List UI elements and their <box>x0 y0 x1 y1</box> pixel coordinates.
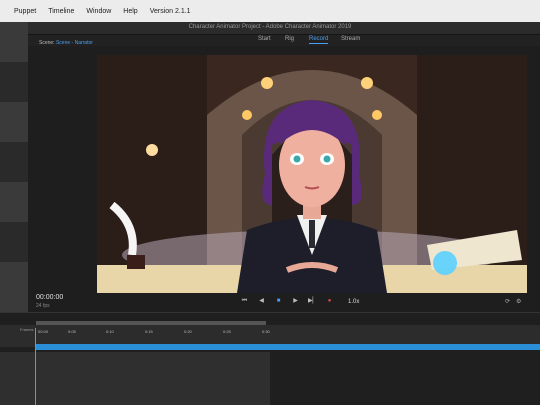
frames-label: Frames <box>20 327 34 332</box>
timeline-tick: 0:20 <box>184 329 192 334</box>
scene-tab[interactable]: Scene: Scene - Narrator <box>39 40 93 46</box>
menu-timeline[interactable]: Timeline <box>42 8 80 15</box>
record-icon[interactable]: ● <box>325 297 334 306</box>
menu-item-0[interactable] <box>0 8 8 15</box>
playback-rate[interactable]: 1.0x <box>348 299 359 305</box>
menu-bar: Puppet Timeline Window Help Version 2.1.… <box>0 0 540 22</box>
go-to-start-icon[interactable]: ⏮ <box>240 297 249 306</box>
timeline-tick: 0:05 <box>68 329 76 334</box>
workspace-record[interactable]: Record <box>309 36 329 44</box>
panel-band <box>0 62 28 102</box>
current-time: 00:00:00 <box>36 294 64 301</box>
play-icon[interactable]: ▶ <box>291 297 300 306</box>
left-panel <box>0 22 28 322</box>
menu-puppet[interactable]: Puppet <box>8 8 42 15</box>
scene-canvas[interactable] <box>97 55 527 293</box>
workspace-start[interactable]: Start <box>258 36 271 42</box>
timeline-tick: 0:25 <box>223 329 231 334</box>
scene-tab-prefix: Scene: <box>39 40 55 46</box>
panel-band <box>0 222 28 262</box>
menu-help[interactable]: Help <box>117 8 143 15</box>
panel-icons: ⟳ ⚙ <box>505 298 521 305</box>
playhead[interactable] <box>35 328 36 405</box>
timeline-tick: 0:10 <box>106 329 114 334</box>
menu-window[interactable]: Window <box>80 8 117 15</box>
timeline-tick: 00:00 <box>38 329 49 334</box>
scene-artwork <box>97 55 527 293</box>
menu-version: Version 2.1.1 <box>149 8 191 15</box>
scene-track[interactable] <box>36 344 540 350</box>
settings-icon[interactable]: ⚙ <box>516 298 521 305</box>
window-title: Character Animator Project - Adobe Chara… <box>188 24 352 30</box>
transport-controls: ⏮ ◀ ■ ▶ ▶▏ ● 1.0x <box>240 297 360 306</box>
track-area <box>0 352 270 405</box>
refresh-icon[interactable]: ⟳ <box>505 298 510 305</box>
scene-tab-name: Scene - Narrator <box>55 40 93 46</box>
title-bar: Character Animator Project - Adobe Chara… <box>0 22 540 35</box>
frame-rate: 24 fps <box>36 303 50 309</box>
workspace-stream[interactable]: Stream <box>341 36 360 42</box>
workspace-rig[interactable]: Rig <box>285 36 294 42</box>
timeline-tick: 0:15 <box>145 329 153 334</box>
step-back-icon[interactable]: ◀ <box>257 297 266 306</box>
timeline-tick: 0:30 <box>262 329 270 334</box>
step-forward-icon[interactable]: ▶▏ <box>308 297 317 306</box>
loop-icon[interactable]: ■ <box>274 297 283 306</box>
panel-band <box>0 142 28 182</box>
